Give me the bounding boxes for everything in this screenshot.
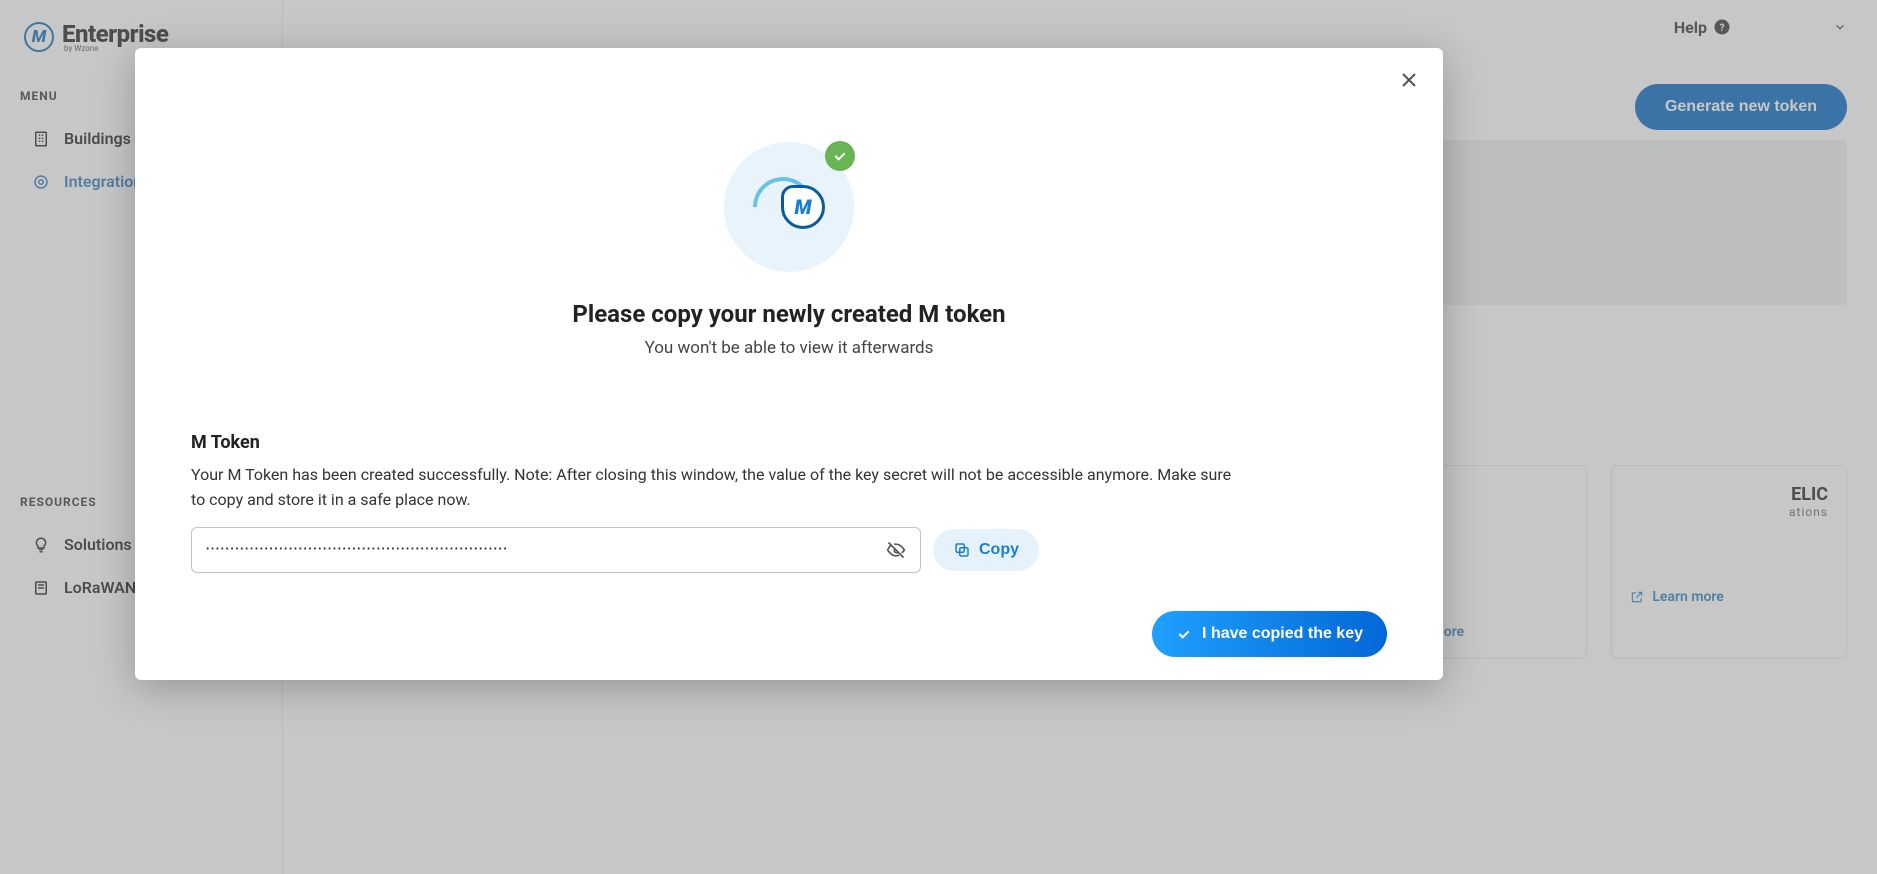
copy-icon — [953, 541, 971, 559]
close-icon — [1397, 68, 1421, 92]
hero-illustration: M — [724, 142, 854, 272]
token-section-label: M Token — [191, 432, 1387, 453]
modal-title: Please copy your newly created M token — [572, 300, 1005, 328]
token-section-description: Your M Token has been created successful… — [191, 463, 1241, 513]
confirm-label: I have copied the key — [1202, 625, 1363, 643]
token-created-modal: M Please copy your newly created M token… — [135, 48, 1443, 680]
success-check-icon — [825, 141, 855, 171]
copy-label: Copy — [979, 541, 1019, 559]
token-masked-value: ••••••••••••••••••••••••••••••••••••••••… — [206, 527, 884, 573]
token-input[interactable]: ••••••••••••••••••••••••••••••••••••••••… — [191, 527, 921, 573]
copy-token-button[interactable]: Copy — [933, 529, 1039, 571]
close-button[interactable] — [1395, 66, 1423, 94]
modal-subtitle: You won't be able to view it afterwards — [645, 338, 934, 358]
check-icon — [1176, 626, 1192, 642]
confirm-copied-button[interactable]: I have copied the key — [1152, 611, 1387, 657]
toggle-visibility-button[interactable] — [884, 538, 908, 562]
eye-off-icon — [886, 540, 906, 560]
m-badge-icon: M — [781, 185, 825, 229]
